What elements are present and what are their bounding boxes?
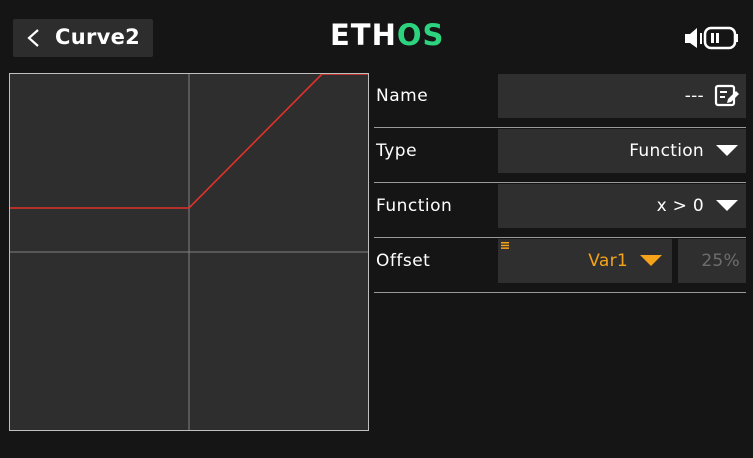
- name-label: Name: [376, 86, 429, 106]
- curve-graph: [9, 73, 369, 431]
- speaker-icon: [685, 28, 702, 48]
- options-icon[interactable]: [501, 242, 509, 249]
- dropdown-arrow-icon: [640, 255, 662, 266]
- type-row: Type Function: [374, 129, 746, 183]
- edit-icon[interactable]: [714, 84, 740, 108]
- name-value: ---: [684, 86, 704, 106]
- offset-value-field[interactable]: 25%: [678, 239, 746, 283]
- offset-source-select[interactable]: Var1: [498, 239, 672, 283]
- name-field[interactable]: ---: [498, 74, 746, 118]
- page-title: Curve2: [55, 25, 141, 49]
- dropdown-arrow-icon: [716, 200, 738, 211]
- offset-source-value: Var1: [588, 251, 628, 271]
- type-label: Type: [376, 141, 418, 161]
- battery-icon: [703, 26, 738, 50]
- function-row: Function x > 0: [374, 184, 746, 238]
- offset-value: 25%: [701, 251, 740, 271]
- ethos-logo: ETHOS: [330, 18, 445, 52]
- offset-label: Offset: [376, 251, 431, 271]
- curve-plot: [10, 74, 368, 430]
- divider: [374, 237, 746, 238]
- type-select[interactable]: Function: [498, 129, 746, 173]
- function-select[interactable]: x > 0: [498, 184, 746, 228]
- divider: [374, 292, 746, 293]
- dropdown-arrow-icon: [716, 145, 738, 156]
- status-icons[interactable]: [684, 24, 740, 52]
- name-row: Name ---: [374, 74, 746, 128]
- function-label: Function: [376, 196, 453, 216]
- function-value: x > 0: [656, 196, 704, 216]
- divider: [374, 127, 746, 128]
- back-button[interactable]: Curve2: [13, 19, 153, 57]
- chevron-left-icon: [27, 29, 39, 47]
- type-value: Function: [629, 141, 704, 161]
- divider: [374, 182, 746, 183]
- offset-row: Offset Var1 25%: [374, 239, 746, 293]
- top-bar: Curve2 ETHOS: [0, 0, 753, 70]
